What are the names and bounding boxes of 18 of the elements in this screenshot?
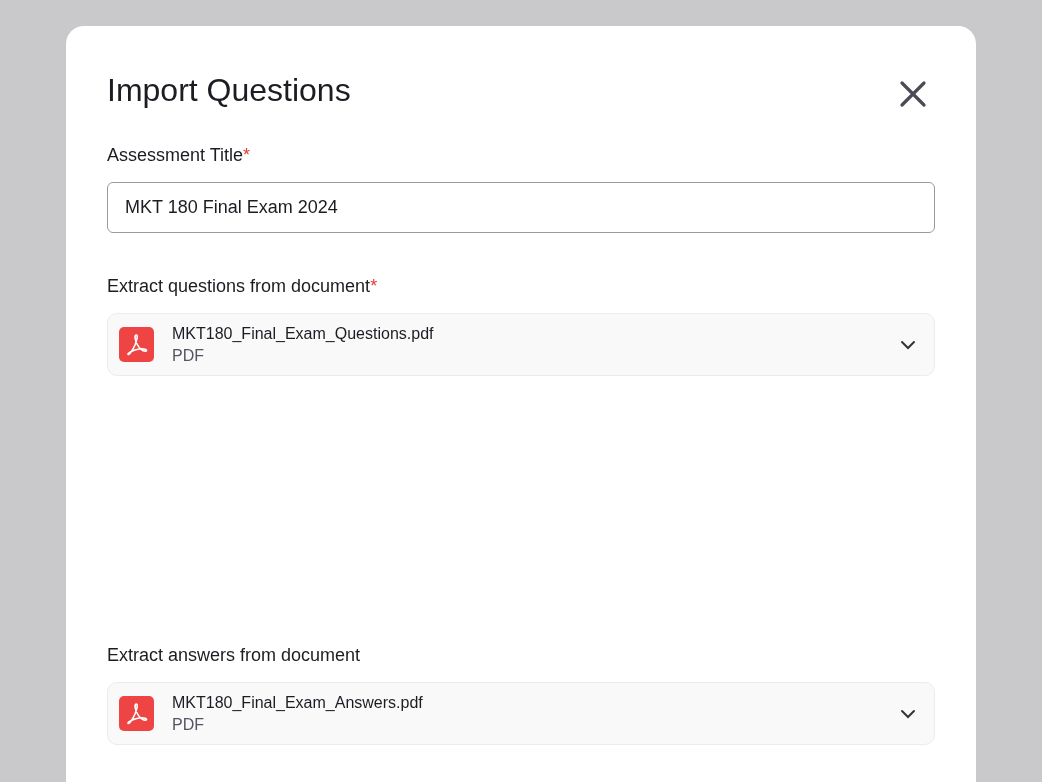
file-type: PDF	[172, 714, 205, 735]
file-type: PDF	[172, 345, 205, 366]
field-label: Assessment Title	[107, 144, 244, 167]
close-icon	[899, 80, 927, 108]
chevron-down-icon	[900, 339, 916, 350]
dialog-title: Import Questions	[107, 71, 351, 110]
chevron-down-icon	[900, 708, 916, 719]
file-name: MKT180_Final_Exam_Answers.pdf	[172, 692, 424, 713]
required-mark: *	[370, 275, 378, 298]
pdf-icon	[119, 327, 154, 362]
required-mark: *	[243, 144, 251, 167]
file-name: MKT180_Final_Exam_Questions.pdf	[172, 323, 435, 344]
document-dropdown[interactable]: MKT180_Final_Exam_Answers.pdf PDF	[107, 682, 935, 745]
document-dropdown[interactable]: MKT180_Final_Exam_Questions.pdf PDF	[107, 313, 935, 376]
field-label: Extract answers from document	[107, 644, 361, 667]
pdf-icon	[119, 696, 154, 731]
field-label: Extract questions from document	[107, 275, 371, 298]
title-input-field[interactable]: MKT 180 Final Exam 2024	[107, 182, 935, 233]
